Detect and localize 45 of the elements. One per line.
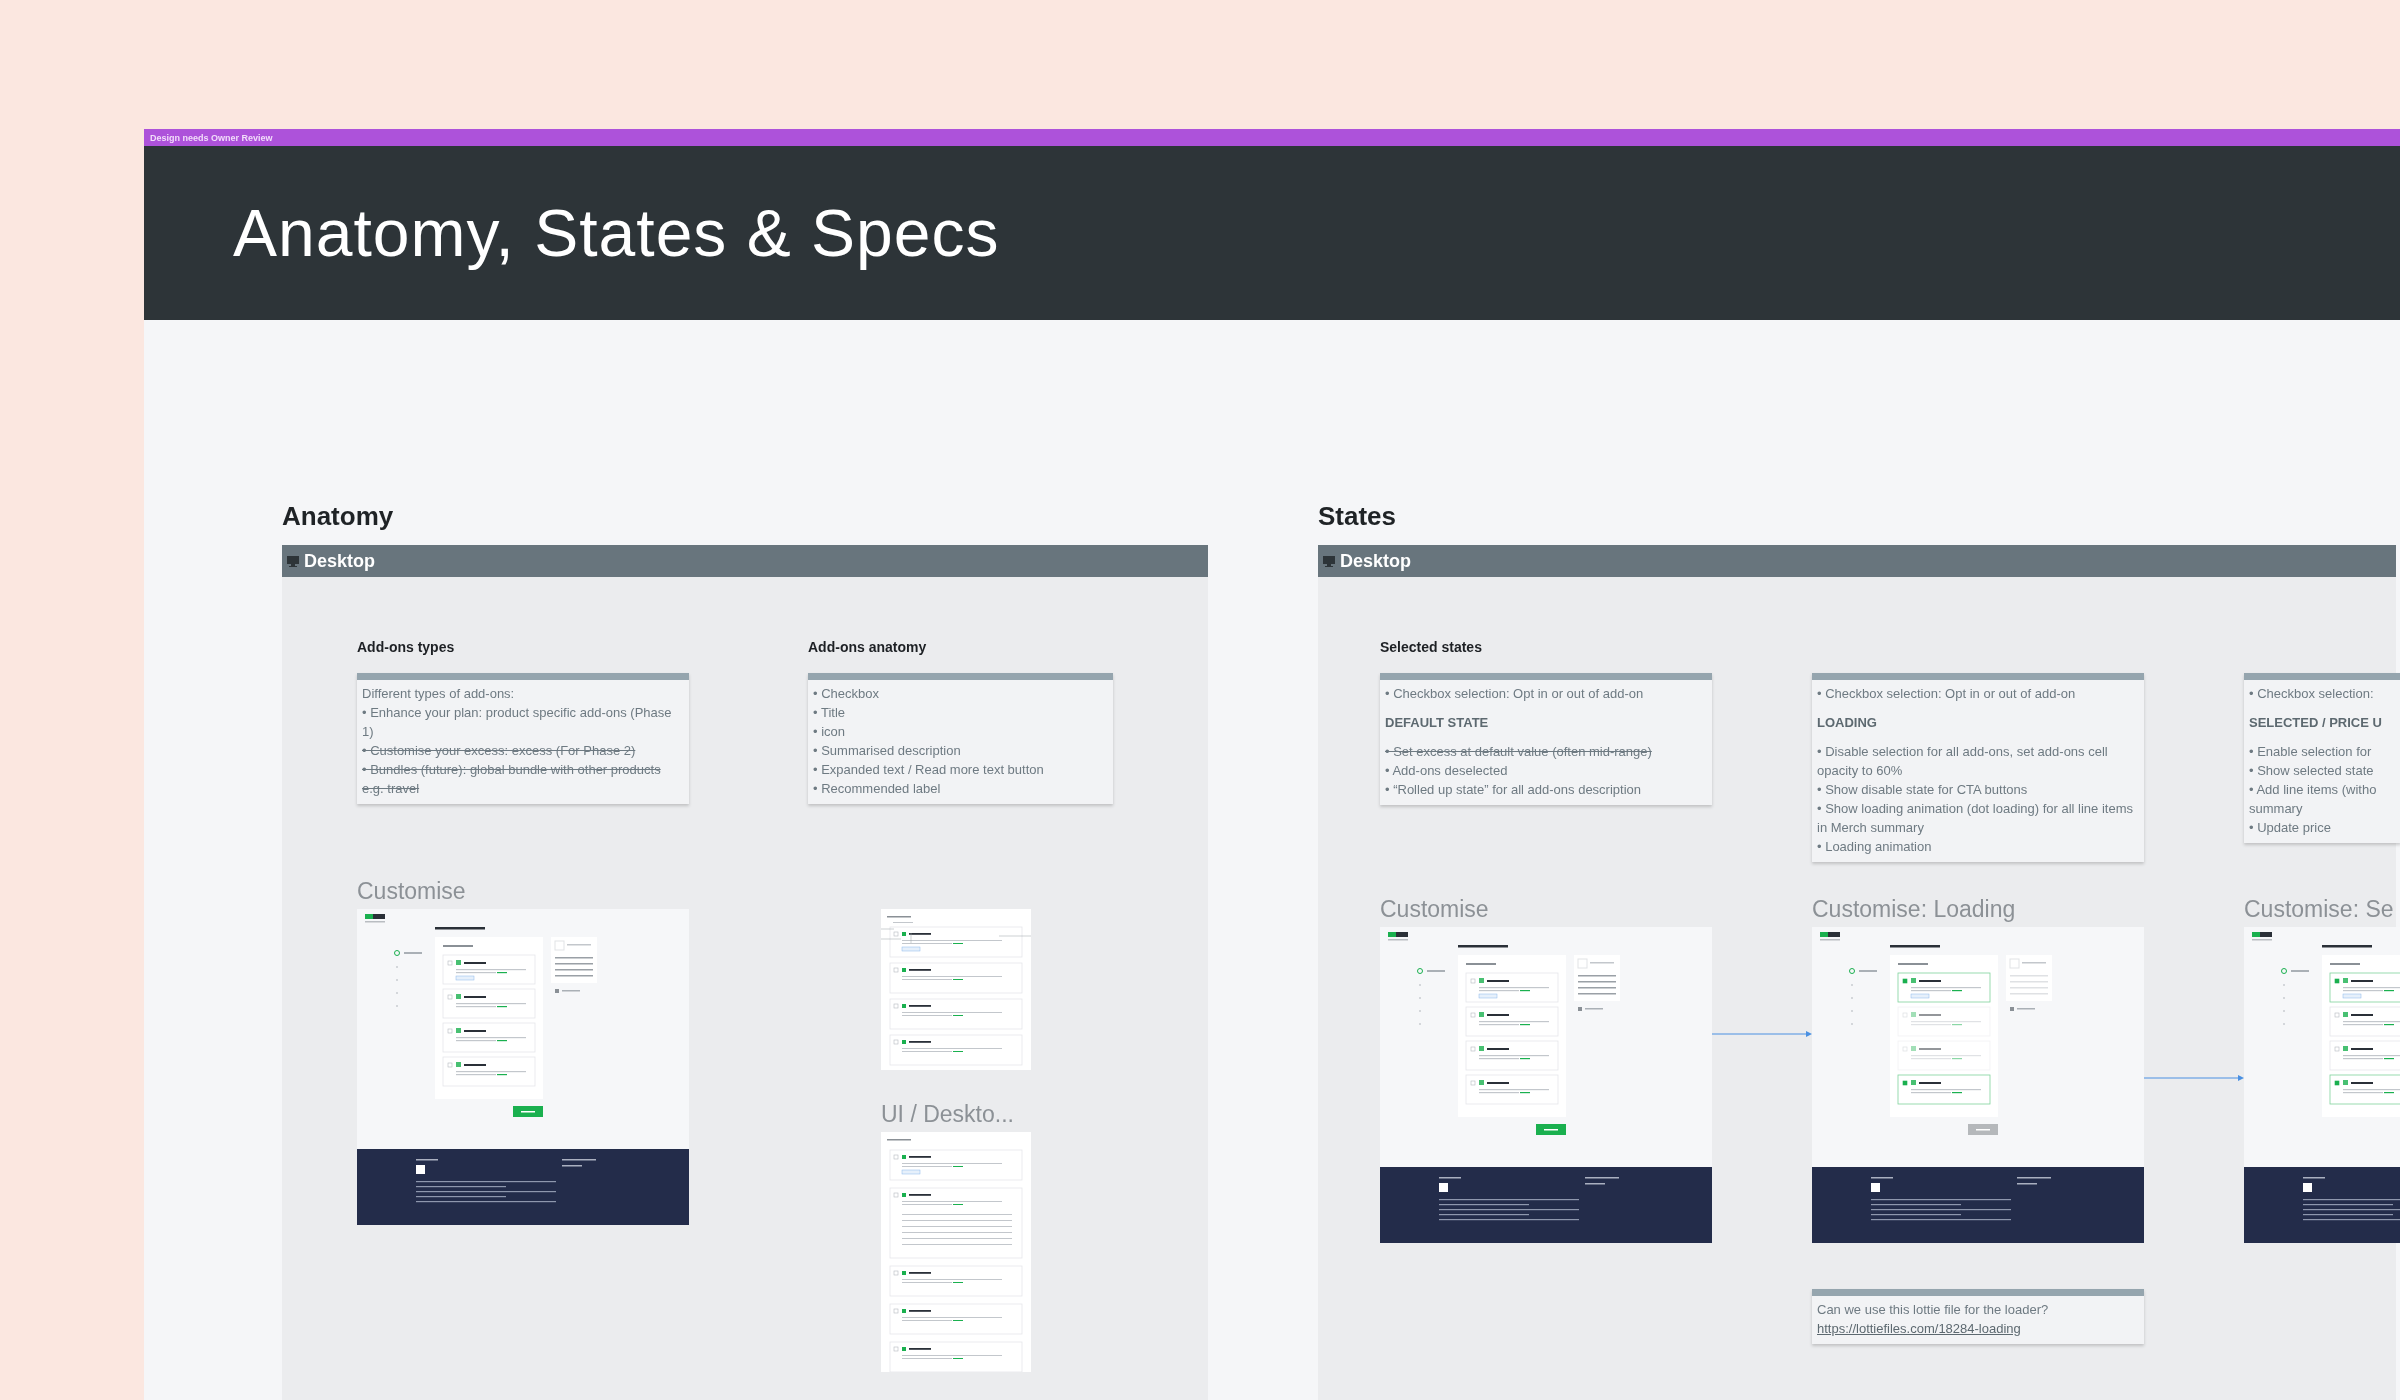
note-text: • Checkbox bbox=[813, 685, 880, 703]
note-text: • Enable selection for bbox=[2249, 743, 2373, 761]
note-text: • Checkbox selection: bbox=[2249, 685, 2375, 703]
frame-title: Desktop bbox=[304, 550, 375, 572]
note-heading: DEFAULT STATE bbox=[1385, 714, 1490, 732]
column-title: Selected states bbox=[1380, 639, 1483, 656]
column-title: Add-ons types bbox=[357, 639, 456, 656]
note-text: • Summarised description bbox=[813, 742, 962, 760]
note-heading: LOADING bbox=[1817, 714, 1878, 732]
note-text: • icon bbox=[813, 723, 846, 741]
page-title: Anatomy, States & Specs bbox=[233, 195, 1000, 271]
note-text: • “Rolled up state” for all add-ons description bbox=[1385, 781, 1642, 799]
frame-title: Desktop bbox=[1340, 550, 1411, 572]
note-text: • Enhance your plan: product specific add-ons (Phase 1) bbox=[362, 704, 673, 741]
note-text: • Bundles (future): global bundle with other products e.g. travel bbox=[362, 761, 662, 798]
section-heading: States bbox=[1318, 501, 1398, 531]
screen-label: Customise bbox=[1380, 895, 1490, 923]
note-text: • Loading animation bbox=[1817, 838, 1933, 856]
note-text: • Checkbox selection: Opt in or out of add-on bbox=[1817, 685, 2077, 703]
note-text: • Customise your excess: excess (For Phase 2) bbox=[362, 742, 637, 760]
note-text: • Show selected state bbox=[2249, 762, 2375, 780]
banner-label: Design needs Owner Review bbox=[149, 132, 273, 143]
column-title: Add-ons anatomy bbox=[808, 639, 928, 656]
lottie-link[interactable]: https://lottiefiles.com/18284-loading bbox=[1817, 1319, 2136, 1338]
note-text: • Expanded text / Read more text button bbox=[813, 761, 1045, 779]
screen-label: Customise: Loading bbox=[1812, 895, 2017, 923]
note-text: • Update price bbox=[2249, 819, 2332, 837]
note-text: • Recommended label bbox=[813, 780, 942, 798]
screen-label: Customise bbox=[357, 877, 467, 905]
note-text: • Set excess at default value (often mid-range) bbox=[1385, 743, 1653, 761]
note-text: • Disable selection for all add-ons, set add-ons cell opacity to 60% bbox=[1817, 743, 2109, 780]
monitor-icon bbox=[286, 554, 300, 568]
note-text: • Title bbox=[813, 704, 846, 722]
monitor-icon bbox=[1322, 554, 1336, 568]
note-text: • Checkbox selection: Opt in or out of add-on bbox=[1385, 685, 1645, 703]
comment-text: Can we use this lottie file for the loader? bbox=[1817, 1301, 2050, 1319]
note-text: • Show loading animation (dot loading) for all line items in Merch summary bbox=[1817, 800, 2134, 837]
note-heading: SELECTED / PRICE U bbox=[2249, 714, 2383, 732]
section-heading: Anatomy bbox=[282, 501, 395, 531]
screen-label: UI / Deskto... bbox=[881, 1100, 1015, 1128]
note-text: • Add-ons deselected bbox=[1385, 762, 1509, 780]
note-text: • Show disable state for CTA buttons bbox=[1817, 781, 2029, 799]
note-text: • Add line items (witho summary bbox=[2249, 781, 2378, 818]
screen-label: Customise: Se bbox=[2244, 895, 2395, 923]
note-text: Different types of add-ons: bbox=[362, 685, 516, 703]
